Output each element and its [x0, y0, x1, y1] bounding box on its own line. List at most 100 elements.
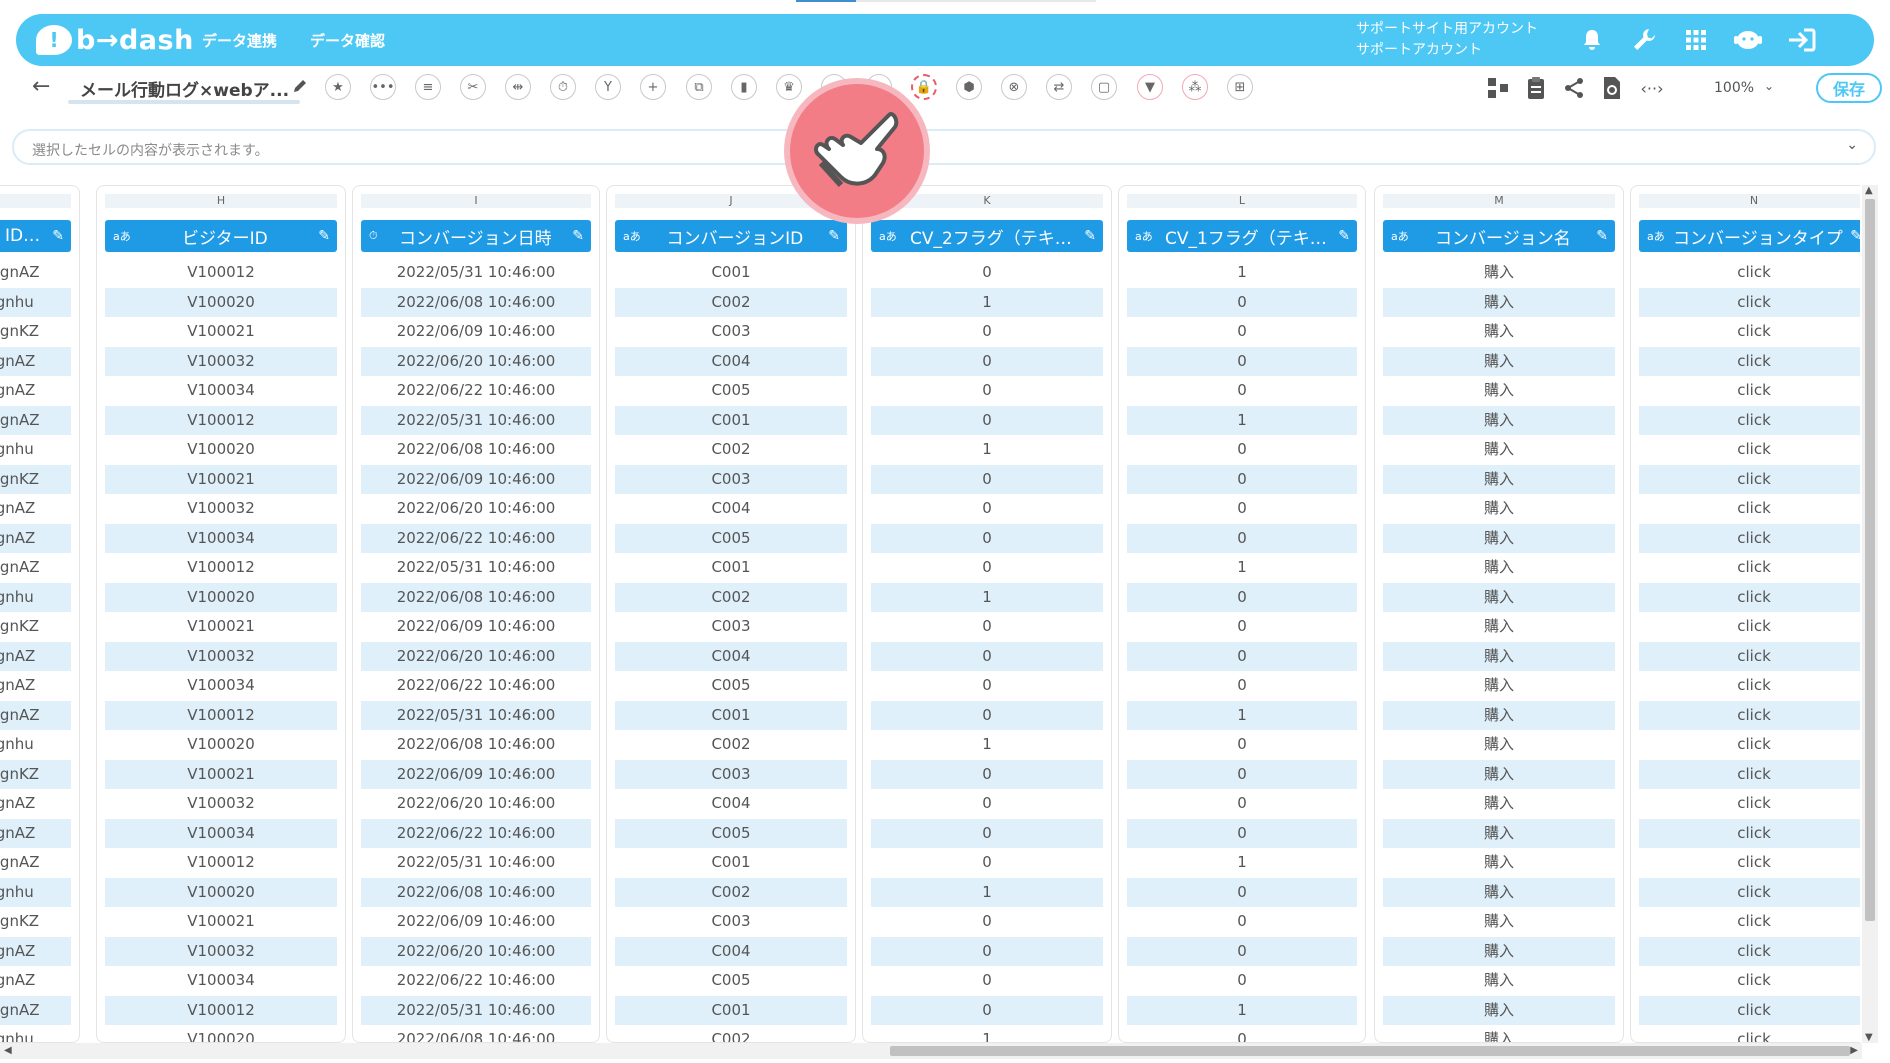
table-cell[interactable]: click [1639, 907, 1860, 937]
table-cell[interactable]: 0 [1127, 789, 1357, 819]
table-cell[interactable]: V100020 [105, 435, 337, 465]
table-cell[interactable]: 2022/06/08 10:46:00 [361, 287, 591, 317]
table-cell[interactable]: l,gnAZ [0, 848, 71, 878]
table-cell[interactable]: 0 [871, 317, 1103, 347]
star-icon[interactable]: ★ [325, 74, 351, 100]
table-cell[interactable]: V100034 [105, 523, 337, 553]
table-cell[interactable]: V100012 [105, 258, 337, 288]
table-cell[interactable]: C003 [615, 317, 847, 347]
scroll-left-icon[interactable]: ◀ [4, 1045, 12, 1056]
table-cell[interactable]: C002 [615, 287, 847, 317]
table-cell[interactable]: 購入 [1383, 877, 1615, 907]
table-cell[interactable]: 2022/06/20 10:46:00 [361, 494, 591, 524]
column-header[interactable]: ⏱ コンバージョン日時 ✎ [361, 220, 591, 252]
share-icon[interactable] [1560, 74, 1588, 102]
table-cell[interactable]: C004 [615, 789, 847, 819]
table-cell[interactable]: 2022/06/08 10:46:00 [361, 877, 591, 907]
table-cell[interactable]: V100012 [105, 848, 337, 878]
table-cell[interactable]: 1 [1127, 258, 1357, 288]
table-cell[interactable]: click [1639, 258, 1860, 288]
table-cell[interactable]: click [1639, 966, 1860, 996]
table-cell[interactable]: 1 [1127, 995, 1357, 1025]
report-title[interactable]: メール行動ログ×webア... [80, 76, 289, 101]
table-cell[interactable]: click [1639, 730, 1860, 760]
table-cell[interactable]: 0 [871, 966, 1103, 996]
table-cell[interactable]: 購入 [1383, 966, 1615, 996]
support-chat-icon[interactable] [1732, 24, 1764, 56]
table-cell[interactable]: ,gnhu [0, 435, 71, 465]
clipboard-icon[interactable] [1522, 74, 1550, 102]
table-cell[interactable]: C005 [615, 671, 847, 701]
table-cell[interactable]: 2022/05/31 10:46:00 [361, 848, 591, 878]
table-cell[interactable]: C002 [615, 1025, 847, 1042]
table-cell[interactable]: 購入 [1383, 523, 1615, 553]
column-letter[interactable]: H [105, 194, 337, 208]
table-cell[interactable]: ,gnhu [0, 287, 71, 317]
table-cell[interactable]: 2022/06/22 10:46:00 [361, 818, 591, 848]
table-cell[interactable]: 購入 [1383, 376, 1615, 406]
table-cell[interactable]: ,gnhu [0, 582, 71, 612]
table-cell[interactable]: l,gnKZ [0, 464, 71, 494]
table-cell[interactable]: click [1639, 553, 1860, 583]
table-cell[interactable]: 2022/05/31 10:46:00 [361, 405, 591, 435]
scroll-down-icon[interactable]: ▼ [1865, 1032, 1873, 1043]
horizontal-scrollbar[interactable]: ◀ ▶ [0, 1043, 1862, 1059]
pencil-icon[interactable]: ✎ [1084, 228, 1096, 244]
table-cell[interactable]: ,gnhu [0, 730, 71, 760]
table-cell[interactable]: 購入 [1383, 907, 1615, 937]
table-cell[interactable]: l,gnAZ [0, 700, 71, 730]
table-cell[interactable]: V100020 [105, 582, 337, 612]
column-header[interactable]: aあコンバージョンタイプ ✎ [1639, 220, 1860, 252]
column-header[interactable]: aあ コンバージョンID ✎ [615, 220, 847, 252]
column-header[interactable]: aあ CV_1フラグ（テキ… ✎ [1127, 220, 1357, 252]
table-cell[interactable]: 0 [1127, 877, 1357, 907]
horizontal-scroll-thumb[interactable] [890, 1046, 1850, 1056]
table-cell[interactable]: C005 [615, 966, 847, 996]
table-cell[interactable]: l,gnKZ [0, 317, 71, 347]
tools-icon[interactable]: ✂ [460, 74, 486, 100]
table-cell[interactable]: C004 [615, 641, 847, 671]
table-cell[interactable]: 購入 [1383, 317, 1615, 347]
table-cell[interactable]: click [1639, 877, 1860, 907]
table-cell[interactable]: 0 [1127, 346, 1357, 376]
table-cell[interactable]: 0 [1127, 464, 1357, 494]
copy-icon[interactable]: ⧉ [686, 74, 712, 100]
table-cell[interactable]: 1 [1127, 700, 1357, 730]
table-cell[interactable]: 購入 [1383, 582, 1615, 612]
table-cell[interactable]: 2022/06/09 10:46:00 [361, 612, 591, 642]
table-cell[interactable]: click [1639, 848, 1860, 878]
plus-icon[interactable]: + [640, 74, 666, 100]
table-cell[interactable]: V100021 [105, 907, 337, 937]
table-cell[interactable]: 0 [1127, 671, 1357, 701]
clear-icon[interactable]: ⊗ [1001, 74, 1027, 100]
split-icon[interactable]: ⇹ [505, 74, 531, 100]
table-cell[interactable]: 購入 [1383, 258, 1615, 288]
table-cell[interactable]: 購入 [1383, 553, 1615, 583]
logo[interactable]: ! b→dash [36, 23, 194, 57]
table-cell[interactable]: 購入 [1383, 405, 1615, 435]
table-cell[interactable]: l,gnAZ [0, 405, 71, 435]
table-cell[interactable]: 購入 [1383, 641, 1615, 671]
bell-icon[interactable] [1576, 24, 1608, 56]
table-cell[interactable]: C004 [615, 346, 847, 376]
crown-icon[interactable]: ♛ [776, 74, 802, 100]
table-cell[interactable]: C005 [615, 376, 847, 406]
save-button[interactable]: 保存 [1816, 73, 1882, 103]
nav-data-check[interactable]: データ確認 [310, 30, 385, 51]
cell-content-bar[interactable]: 選択したセルの内容が表示されます。 ⌄ [12, 129, 1876, 165]
table-cell[interactable]: V100034 [105, 671, 337, 701]
table-cell[interactable]: click [1639, 376, 1860, 406]
column-letter[interactable]: N [1639, 194, 1860, 208]
table-cell[interactable]: click [1639, 818, 1860, 848]
table-cell[interactable]: 0 [871, 405, 1103, 435]
table-cell[interactable]: 0 [1127, 376, 1357, 406]
table-cell[interactable]: click [1639, 346, 1860, 376]
table-cell[interactable]: C004 [615, 936, 847, 966]
table-cell[interactable]: 0 [871, 258, 1103, 288]
lock-column-icon[interactable]: 🔒 [911, 74, 937, 100]
table-cell[interactable]: C001 [615, 258, 847, 288]
table-cell[interactable]: 0 [1127, 317, 1357, 347]
table-cell[interactable]: click [1639, 1025, 1860, 1042]
table-cell[interactable]: 2022/06/09 10:46:00 [361, 464, 591, 494]
table-cell[interactable]: V100034 [105, 966, 337, 996]
